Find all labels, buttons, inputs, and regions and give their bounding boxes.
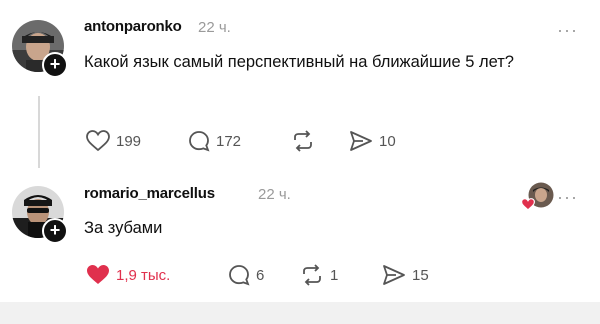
ellipsis-icon[interactable]: ··· <box>557 187 578 208</box>
original-post: + antonparonko 22 ч. ··· Какой язык самы… <box>0 0 600 172</box>
follow-plus-icon[interactable]: + <box>42 52 68 78</box>
share-count: 10 <box>379 132 396 150</box>
share-button[interactable]: 10 <box>349 128 396 154</box>
post-username[interactable]: antonparonko <box>84 18 182 35</box>
share-count: 15 <box>412 266 429 284</box>
avatar-antonparonko[interactable]: + <box>12 20 68 78</box>
like-button[interactable]: 199 <box>86 128 141 154</box>
avatar-romario-marcellus[interactable]: + <box>12 186 68 244</box>
reply-text: За зубами <box>84 219 163 237</box>
follow-plus-icon[interactable]: + <box>42 218 68 244</box>
like-button[interactable]: 1,9 тыс. <box>86 262 170 288</box>
author-reaction-avatar <box>521 182 554 211</box>
share-button[interactable]: 15 <box>382 262 429 288</box>
reply-button[interactable]: 6 <box>228 262 264 288</box>
repost-button[interactable] <box>291 128 321 154</box>
like-count: 199 <box>116 132 142 150</box>
comment-icon <box>189 131 210 152</box>
heart-icon <box>87 265 109 284</box>
reply-username[interactable]: romario_marcellus <box>84 185 215 202</box>
reply-count: 172 <box>216 132 242 150</box>
thread-line <box>38 96 40 168</box>
repost-icon <box>294 130 312 152</box>
ellipsis-icon[interactable]: ··· <box>557 20 578 41</box>
heart-icon <box>521 198 535 211</box>
reply-count: 6 <box>256 266 265 284</box>
repost-button[interactable]: 1 <box>300 262 338 288</box>
reply-time: 22 ч. <box>258 186 291 203</box>
repost-icon <box>303 264 321 286</box>
reply-button[interactable]: 172 <box>188 128 241 154</box>
comment-icon <box>229 265 250 286</box>
repost-count: 1 <box>330 266 339 284</box>
bottom-divider <box>0 302 600 324</box>
reply-actions: 1,9 тыс. 6 1 15 <box>86 262 446 288</box>
heart-icon <box>86 130 110 152</box>
post-time: 22 ч. <box>198 19 231 36</box>
send-icon <box>383 265 405 285</box>
like-count: 1,9 тыс. <box>116 266 171 284</box>
send-icon <box>350 131 372 151</box>
post-text: Какой язык самый перспективный на ближай… <box>84 53 514 71</box>
post-actions: 199 172 10 <box>86 128 416 154</box>
